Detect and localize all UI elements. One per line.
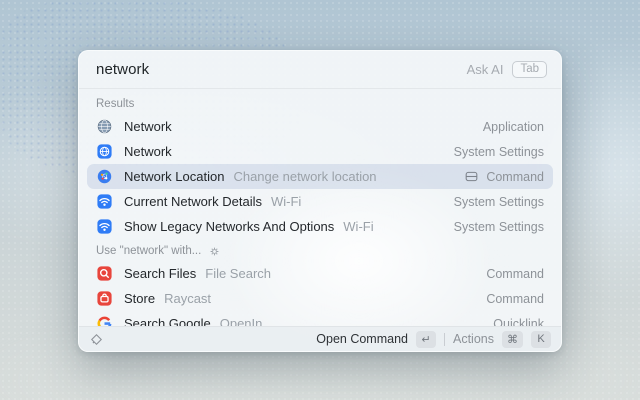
result-title: Network bbox=[124, 144, 172, 159]
ask-ai-label[interactable]: Ask AI bbox=[467, 62, 504, 77]
section-label-results: Results bbox=[87, 92, 553, 114]
search-input[interactable]: network bbox=[96, 61, 149, 78]
wifi-icon bbox=[96, 218, 113, 235]
footer-bar: Open Command ↵ Actions ⌘ K bbox=[79, 326, 561, 351]
result-title: Store bbox=[124, 291, 155, 306]
section-label-text: Use "network" with... bbox=[96, 245, 201, 257]
wifi-icon bbox=[96, 193, 113, 210]
tab-key-badge: Tab bbox=[512, 61, 547, 78]
result-subtitle: File Search bbox=[205, 266, 271, 281]
result-row-search-google[interactable]: Search GoogleOpenInQuicklink bbox=[87, 311, 553, 327]
gear-icon[interactable] bbox=[209, 246, 220, 257]
section-label-use-network-with: Use "network" with... bbox=[87, 239, 553, 261]
cmd-key-badge: ⌘ bbox=[502, 331, 523, 348]
result-title: Current Network Details bbox=[124, 194, 262, 209]
launcher-window: network Ask AI Tab Results Network Applica… bbox=[78, 50, 562, 352]
file-search-icon bbox=[96, 265, 113, 282]
app-window-icon bbox=[464, 170, 479, 183]
search-bar[interactable]: network Ask AI Tab bbox=[79, 51, 561, 89]
result-title: Search Files bbox=[124, 266, 196, 281]
result-row-show-legacy-networks-and-options[interactable]: Show Legacy Networks And Options Wi-Fi Sys… bbox=[87, 214, 553, 239]
result-type-label: System Settings bbox=[454, 220, 544, 234]
network-location-icon bbox=[96, 168, 113, 185]
result-row-search-files[interactable]: Search Files File Search Command bbox=[87, 261, 553, 286]
section-label-text: Results bbox=[96, 98, 134, 110]
result-subtitle: Raycast bbox=[164, 291, 211, 306]
network-settings-icon bbox=[96, 143, 113, 160]
result-row-network-location[interactable]: Network Location Change network location C… bbox=[87, 164, 553, 189]
result-subtitle: Wi-Fi bbox=[343, 219, 373, 234]
result-type-label: Command bbox=[486, 170, 544, 184]
open-command-label[interactable]: Open Command bbox=[316, 332, 408, 346]
result-title: Show Legacy Networks And Options bbox=[124, 219, 334, 234]
result-row-store[interactable]: Store Raycast Command bbox=[87, 286, 553, 311]
raycast-logo-icon bbox=[89, 332, 104, 347]
enter-key-badge: ↵ bbox=[416, 331, 436, 348]
result-subtitle: Wi-Fi bbox=[271, 194, 301, 209]
result-row-network[interactable]: Network System Settings bbox=[87, 139, 553, 164]
result-title: Network Location bbox=[124, 169, 224, 184]
footer-divider bbox=[444, 333, 445, 346]
result-row-current-network-details[interactable]: Current Network Details Wi-Fi System Setti… bbox=[87, 189, 553, 214]
result-row-network[interactable]: Network Application bbox=[87, 114, 553, 139]
actions-button[interactable]: Actions bbox=[453, 332, 494, 346]
network-app-icon bbox=[96, 118, 113, 135]
result-type-label: System Settings bbox=[454, 145, 544, 159]
result-type-label: Command bbox=[486, 292, 544, 306]
k-key-badge: K bbox=[531, 331, 551, 348]
result-subtitle: Change network location bbox=[233, 169, 376, 184]
result-type-label: Command bbox=[486, 267, 544, 281]
result-title: Network bbox=[124, 119, 172, 134]
results-list: Results Network Application Network System S… bbox=[79, 89, 561, 327]
result-type-label: System Settings bbox=[454, 195, 544, 209]
store-icon bbox=[96, 290, 113, 307]
result-type-label: Application bbox=[483, 120, 544, 134]
